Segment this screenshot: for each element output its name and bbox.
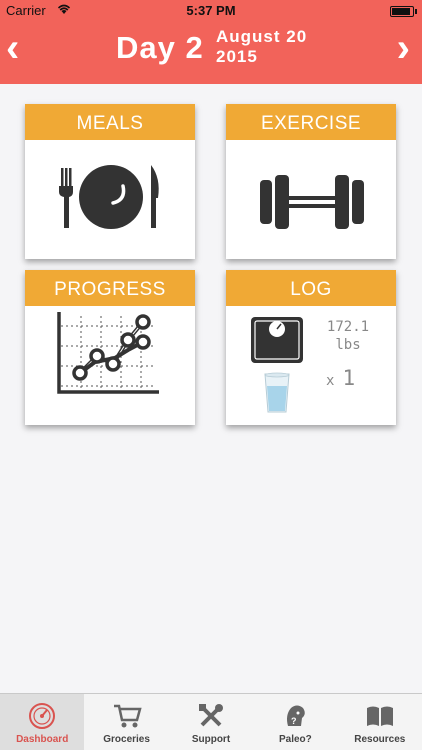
tab-bar: Dashboard Groceries Support ? Paleo? Res… [0,693,422,750]
chevron-left-icon[interactable]: ‹ [6,28,19,68]
day-header: ‹ Day 2 August 20 2015 › [0,22,422,84]
progress-tile[interactable]: PROGRESS [25,270,195,425]
plate-utensils-icon [59,165,159,229]
book-icon [366,706,393,726]
status-bar: Carrier 5:37 PM [0,0,422,22]
progress-label: PROGRESS [25,270,195,306]
tab-groceries[interactable]: Groceries [84,694,168,750]
cart-icon [113,704,142,728]
tab-label: Groceries [103,734,150,745]
date-display: August 20 2015 [216,27,307,67]
glasses-count: 1 [342,366,356,390]
dumbbell-icon [260,175,364,229]
meals-tile[interactable]: MEALS [25,104,195,259]
chevron-right-icon[interactable]: › [397,28,410,68]
tab-resources[interactable]: Resources [338,694,422,750]
tab-label: Dashboard [16,734,69,745]
gauge-icon [29,703,56,729]
tab-label: Resources [354,734,406,745]
weight-unit: lbs [335,337,361,353]
tab-label: Paleo? [278,734,312,745]
exercise-tile[interactable]: EXERCISE [226,104,396,259]
svg-text:?: ? [291,716,297,726]
date-month-day: August 20 [216,27,308,46]
tab-support[interactable]: Support [169,694,253,750]
tab-paleo[interactable]: ? Paleo? [253,694,337,750]
day-title: Day 2 [116,30,204,65]
scale-icon [251,317,303,363]
meals-label: MEALS [25,104,195,140]
tab-dashboard[interactable]: Dashboard [0,694,85,750]
tools-icon [198,704,223,727]
clock: 5:37 PM [186,3,236,18]
exercise-label: EXERCISE [226,104,396,140]
line-chart-icon [57,312,159,394]
glasses-readout: x1 [326,366,355,390]
log-content: 172.1 lbs x1 [226,306,396,425]
weight-readout: 172.1 lbs [316,318,380,354]
weight-value: 172.1 [326,319,370,335]
water-glass-icon [264,372,290,413]
battery-icon [390,6,417,17]
tab-label: Support [191,734,231,745]
log-label: LOG [226,270,396,306]
glasses-prefix: x [326,373,335,389]
date-year: 2015 [216,47,258,66]
caveman-icon: ? [287,705,306,726]
log-tile[interactable]: LOG 172.1 lbs x1 [226,270,396,425]
